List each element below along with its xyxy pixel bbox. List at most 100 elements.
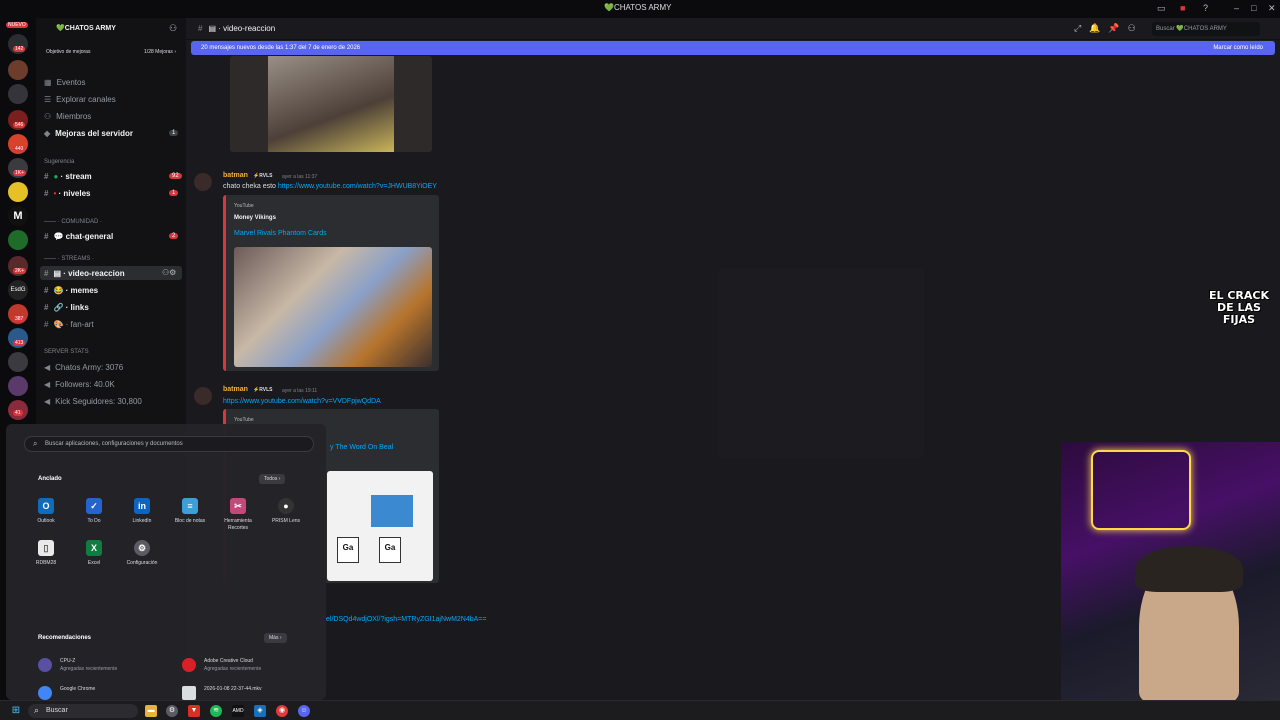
channel-links[interactable]: # 🔗 · links: [44, 303, 89, 312]
video-thumbnail[interactable]: [234, 247, 432, 367]
avatar[interactable]: [194, 387, 212, 405]
category-suggestion[interactable]: Sugerencia: [44, 159, 74, 165]
embed-author[interactable]: Money Vikings: [234, 215, 276, 221]
channel-badge: 92: [169, 173, 182, 179]
todo-icon: ✓: [86, 498, 102, 514]
app-icon[interactable]: ◉: [276, 705, 288, 717]
category-server-stats[interactable]: SERVER STATS: [44, 349, 89, 355]
server-icon[interactable]: [8, 352, 28, 372]
all-apps-button[interactable]: Todos ›: [259, 474, 286, 484]
app-todo[interactable]: ✓ To Do: [72, 498, 116, 525]
add-member-icon[interactable]: ⚇: [169, 23, 177, 34]
calendar-icon: ▦: [44, 78, 52, 87]
embed-provider: YouTube: [234, 203, 254, 209]
boost-goal-label: Objetivo de mejoras: [46, 49, 91, 55]
start-search-input[interactable]: ⌕ Buscar aplicaciones, configuraciones y…: [24, 436, 314, 452]
spotify-icon[interactable]: ≋: [210, 705, 222, 717]
video-thumbnail[interactable]: Ga Ga: [327, 471, 433, 581]
rec-cpuz[interactable]: CPU-Z Agregadas recientemente: [38, 658, 178, 674]
channel-chat-general[interactable]: # 💬 chat-general: [44, 232, 113, 241]
sidebar-item-members[interactable]: ⚇ Miembros: [44, 112, 91, 121]
mark-as-read-button[interactable]: Marcar como leído: [1213, 45, 1263, 51]
message-link[interactable]: https://www.youtube.com/watch?v=JHWUB8Yi…: [278, 183, 437, 190]
message-time: ayer a las 19:11: [282, 388, 318, 394]
webcam-overlay: [1061, 442, 1280, 700]
server-icon[interactable]: [8, 60, 28, 80]
sidebar-item-browse-channels[interactable]: ☰ Explorar canales: [44, 95, 116, 104]
server-icon[interactable]: [8, 230, 28, 250]
channel-badge: 1: [169, 190, 179, 196]
discord-icon[interactable]: ☺: [298, 705, 310, 717]
file-explorer-icon[interactable]: ▬: [145, 705, 157, 717]
channel-title: # ▤ · video-reaccion: [198, 24, 276, 33]
category-streams[interactable]: —— · STREAMS ·: [44, 256, 94, 262]
message-author[interactable]: batman: [223, 386, 248, 393]
app-excel[interactable]: X Excel: [72, 540, 116, 567]
stat-kick-followers[interactable]: ◀ Kick Seguidores: 30,800: [44, 397, 142, 406]
adobe-icon: [182, 658, 196, 672]
server-icon[interactable]: EsdG: [8, 280, 28, 300]
embed-title[interactable]: Marvel Rivals Phantom Cards: [234, 230, 327, 237]
help-icon[interactable]: ?: [1203, 3, 1208, 13]
app-rdbm28[interactable]: ▯ RDBM28: [24, 540, 68, 567]
user-tag: ⚡RVLS: [253, 173, 273, 179]
close-button[interactable]: ✕: [1268, 3, 1276, 14]
notification-icon[interactable]: ■: [1180, 3, 1185, 13]
channel-header: # ▤ · video-reaccion ⤢🔔📌⚇ Buscar 💚CHATOS …: [186, 18, 1280, 40]
message-link[interactable]: https://www.youtube.com/watch?v=VVDFpjwQ…: [223, 398, 381, 405]
window-titlebar: 💚CHATOS ARMY ▭ ■ ? – □ ✕: [0, 0, 1280, 18]
app-linkedin[interactable]: in LinkedIn: [120, 498, 164, 525]
category-community[interactable]: —— · COMUNIDAD ·: [44, 219, 102, 225]
channel-fan-art[interactable]: # 🎨 · fan-art: [44, 320, 94, 329]
vivaldi-icon[interactable]: ▼: [188, 705, 200, 717]
channel-badge: 2: [169, 233, 179, 239]
app-notepad[interactable]: ≡ Bloc de notas: [168, 498, 212, 525]
maximize-button[interactable]: □: [1251, 3, 1256, 13]
avatar[interactable]: [194, 173, 212, 191]
invite-settings-icon[interactable]: ⚇⚙: [162, 268, 176, 277]
app-outlook[interactable]: O Outlook: [24, 498, 68, 525]
app-settings[interactable]: ⚙ Configuración: [120, 540, 164, 567]
server-icon[interactable]: [8, 84, 28, 104]
channel-video-reaccion[interactable]: # ▤ · video-reaccion: [44, 269, 125, 278]
settings-icon: ⚙: [134, 540, 150, 556]
message-author[interactable]: batman: [223, 172, 248, 179]
sidebar-item-events[interactable]: ▦ Eventos: [44, 78, 85, 87]
header-toolbar-icons[interactable]: ⤢🔔📌⚇: [1074, 23, 1144, 34]
server-icon[interactable]: [8, 376, 28, 396]
new-messages-text: 20 mensajes nuevos desde las 1:37 del 7 …: [201, 45, 361, 51]
stat-members[interactable]: ◀ Chatos Army: 3076: [44, 363, 123, 372]
rec-adobe-cc[interactable]: Adobe Creative Cloud Agregadas recienteme…: [182, 658, 322, 674]
previous-embed-image[interactable]: [230, 56, 432, 152]
stat-followers[interactable]: ◀ Followers: 40.0K: [44, 380, 115, 389]
inbox-icon[interactable]: ▭: [1157, 3, 1166, 14]
server-name[interactable]: 💚CHATOS ARMY: [56, 24, 116, 32]
channel-niveles[interactable]: # • · niveles: [44, 189, 91, 198]
server-icon[interactable]: M: [8, 206, 28, 226]
app-snipping-tool[interactable]: ✂ Herramienta Recortes: [216, 498, 260, 532]
message-link[interactable]: el/DSQd4wdjOXl/?igsh=MTRyZGI1ajNwM2N4bA=…: [326, 616, 486, 623]
hash-icon: #: [44, 172, 49, 181]
sidebar-item-boosts[interactable]: ◆ Mejoras del servidor: [44, 129, 133, 138]
minimize-button[interactable]: –: [1234, 3, 1239, 13]
amd-icon[interactable]: AMD: [232, 705, 244, 717]
user-tag: ⚡RVLS: [253, 387, 273, 393]
windows-start-icon[interactable]: ⊞: [10, 705, 22, 717]
rec-video-file[interactable]: 2026-01-08 22-37-44.mkv: [182, 686, 322, 700]
server-icon[interactable]: [8, 182, 28, 202]
linkedin-icon: in: [134, 498, 150, 514]
more-button[interactable]: Más ›: [264, 633, 287, 643]
rec-chrome[interactable]: Google Chrome: [38, 686, 178, 700]
settings-icon[interactable]: ⚙: [166, 705, 178, 717]
embed-title[interactable]: y The Word On Beal: [330, 444, 393, 451]
channel-memes[interactable]: # 😂 · memes: [44, 286, 98, 295]
app-prism-lens[interactable]: ● PRISM Lens: [264, 498, 308, 525]
taskbar-search[interactable]: ⌕ Buscar: [28, 704, 138, 718]
new-messages-banner[interactable]: 20 mensajes nuevos desde las 1:37 del 7 …: [191, 41, 1275, 55]
search-input[interactable]: Buscar 💚CHATOS ARMY: [1152, 22, 1260, 36]
hash-icon: #: [44, 189, 49, 198]
app-icon[interactable]: ◈: [254, 705, 266, 717]
channel-stream[interactable]: # ● · stream: [44, 172, 92, 181]
notepad-icon: ≡: [182, 498, 198, 514]
boost-goal-bar[interactable]: Objetivo de mejoras 1/28 Mejoras ›: [42, 48, 180, 58]
